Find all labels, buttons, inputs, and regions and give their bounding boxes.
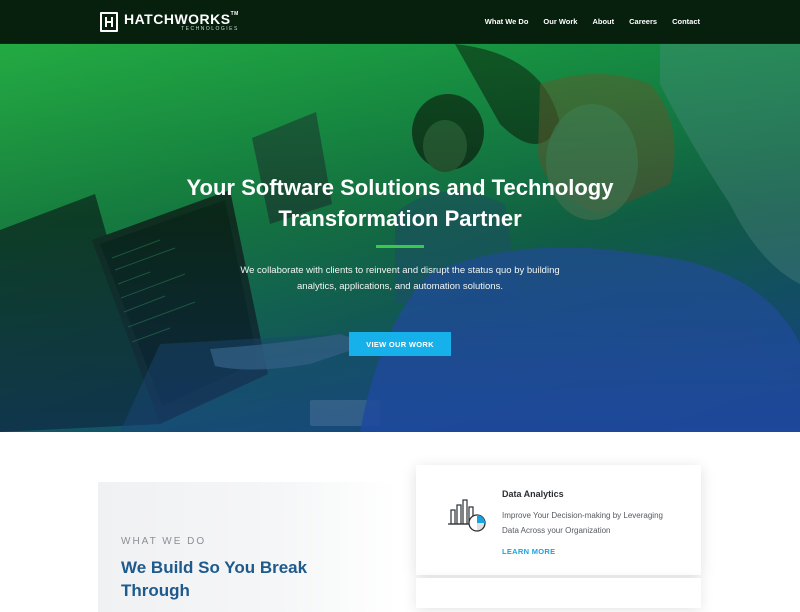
nav-item-careers[interactable]: Careers xyxy=(629,17,657,26)
nav-item-contact[interactable]: Contact xyxy=(672,17,700,26)
logo[interactable]: HATCHWORKSTM TECHNOLOGIES xyxy=(100,10,239,32)
hero-content: Your Software Solutions and Technology T… xyxy=(0,44,800,432)
hero-section: Your Software Solutions and Technology T… xyxy=(0,44,800,432)
site-header: HATCHWORKSTM TECHNOLOGIES What We Do Our… xyxy=(0,0,800,44)
hero-title: Your Software Solutions and Technology T… xyxy=(186,175,614,231)
logo-subtitle: TECHNOLOGIES xyxy=(181,25,239,32)
main-nav: What We Do Our Work About Careers Contac… xyxy=(485,17,700,26)
section-eyebrow: WHAT WE DO xyxy=(121,536,207,547)
what-we-do-section: WHAT WE DO We Build So You Break Through… xyxy=(0,432,800,612)
nav-item-our-work[interactable]: Our Work xyxy=(543,17,577,26)
section-title: We Build So You Break Through xyxy=(121,558,308,600)
nav-item-about[interactable]: About xyxy=(592,17,614,26)
logo-name: HATCHWORKSTM xyxy=(124,10,239,27)
view-our-work-button[interactable]: VIEW OUR WORK xyxy=(349,332,451,356)
logo-mark-icon xyxy=(100,11,118,32)
logo-text: HATCHWORKSTM TECHNOLOGIES xyxy=(124,10,239,32)
nav-item-what-we-do[interactable]: What We Do xyxy=(485,17,529,26)
learn-more-link[interactable]: LEARN MORE xyxy=(502,547,555,556)
card-description: Improve Your Decision-making by Leveragi… xyxy=(502,511,663,535)
logo-trademark: TM xyxy=(230,10,239,17)
hero-title-divider xyxy=(376,245,424,248)
service-card-next xyxy=(416,578,701,608)
analytics-chart-icon xyxy=(448,499,486,532)
card-title: Data Analytics xyxy=(502,489,564,499)
service-card-data-analytics: Data Analytics Improve Your Decision-mak… xyxy=(416,465,701,575)
hero-description: We collaborate with clients to reinvent … xyxy=(240,265,560,292)
